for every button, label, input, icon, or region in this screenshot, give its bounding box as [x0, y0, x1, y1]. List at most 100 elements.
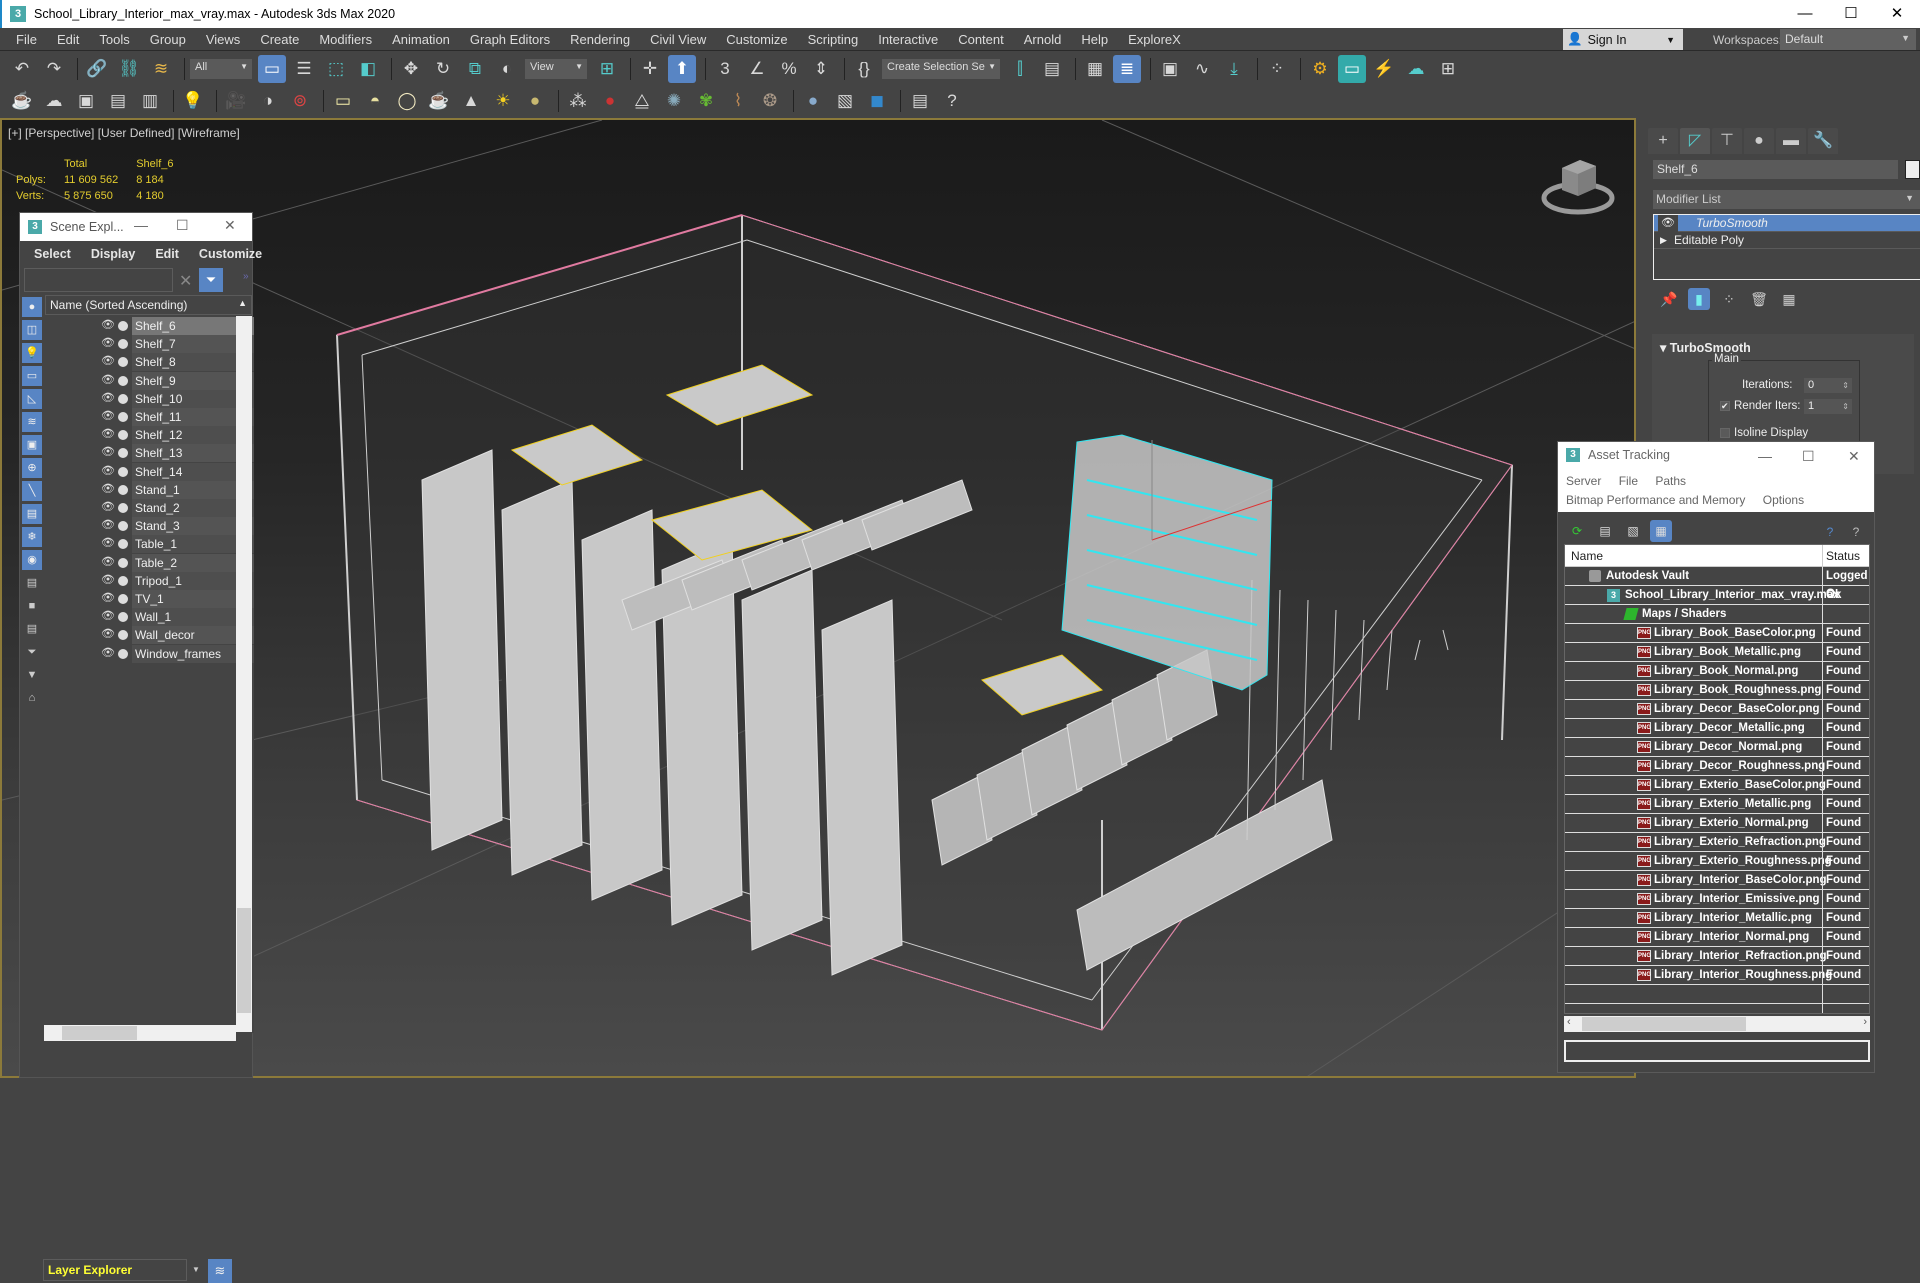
pivot-icon[interactable]: ⊞	[593, 55, 621, 83]
render-toggle-icon[interactable]	[118, 648, 128, 659]
render-toggle-icon[interactable]	[118, 612, 128, 623]
viewport-label[interactable]: [+] [Perspective] [User Defined] [Wirefr…	[8, 126, 240, 140]
scene-object-row[interactable]: 👁 Shelf_7	[45, 335, 254, 354]
plane-light-icon[interactable]: ▭	[329, 87, 357, 115]
menu-civil-view[interactable]: Civil View	[640, 32, 716, 47]
percent-snap-icon[interactable]: %	[775, 55, 803, 83]
scene-list-vertical-scrollbar[interactable]	[236, 316, 252, 1032]
eye-icon[interactable]: 👁	[101, 373, 115, 386]
stack-item-editable-poly[interactable]: ▶ Editable Poly	[1654, 232, 1920, 249]
bind-space-warp-icon[interactable]: ≋	[147, 55, 175, 83]
menu-interactive[interactable]: Interactive	[868, 32, 948, 47]
chevron-down-icon[interactable]: ▼	[192, 1265, 200, 1274]
scene-object-row[interactable]: 👁 Shelf_12	[45, 426, 254, 445]
selection-filter-dropdown[interactable]: All ▼	[190, 59, 252, 79]
render-toggle-icon[interactable]	[118, 594, 128, 604]
menu-paths[interactable]: Paths	[1655, 474, 1686, 488]
modify-tab-icon[interactable]: ◸	[1680, 128, 1710, 154]
display-containers-icon[interactable]: ▤	[22, 504, 42, 524]
grass-icon[interactable]: ✾	[692, 87, 720, 115]
hair-icon[interactable]: ⌇	[724, 87, 752, 115]
sun-light-icon[interactable]: ☀	[489, 87, 517, 115]
eye-icon[interactable]: 👁	[101, 391, 115, 404]
window-crossing-icon[interactable]: ◧	[354, 55, 382, 83]
display-lights-icon[interactable]: 💡	[22, 343, 42, 363]
eye-icon[interactable]: 👁	[101, 336, 115, 349]
menu-select[interactable]: Select	[34, 247, 71, 261]
render-toggle-icon[interactable]	[118, 357, 128, 368]
scene-object-row[interactable]: 👁 Shelf_10	[45, 389, 254, 408]
camera-icon[interactable]: 🎥	[222, 87, 250, 115]
asset-row-map[interactable]: PNG Library_Exterio_Roughness.png Found	[1565, 852, 1869, 871]
vr-camera-icon[interactable]: ⊚	[286, 87, 314, 115]
move-icon[interactable]: ✥	[397, 55, 425, 83]
asset-row-map[interactable]: PNG Library_Interior_Normal.png Found	[1565, 928, 1869, 947]
asset-status-field[interactable]	[1564, 1040, 1870, 1062]
eye-icon[interactable]: 👁	[101, 627, 115, 640]
scene-list-horizontal-scrollbar[interactable]	[44, 1025, 236, 1041]
asset-row-map[interactable]: PNG Library_Interior_BaseColor.png Found	[1565, 871, 1869, 890]
scroll-right-icon[interactable]: ›	[1863, 1016, 1867, 1028]
render-toggle-icon[interactable]	[118, 484, 128, 495]
render-toggle-icon[interactable]	[118, 575, 128, 586]
thumbnail-view-icon[interactable]: ▧	[1622, 520, 1644, 542]
viewcube-icon[interactable]	[1538, 150, 1618, 220]
hierarchy-tab-icon[interactable]: ⊤	[1712, 128, 1742, 154]
display-frozen-icon[interactable]: ❄	[22, 527, 42, 547]
asset-row-map[interactable]: PNG Library_Decor_BaseColor.png Found	[1565, 700, 1869, 719]
render-toggle-icon[interactable]	[118, 430, 128, 441]
plane-icon[interactable]: ⧋	[628, 87, 656, 115]
scene-object-row[interactable]: 👁 Shelf_11	[45, 408, 254, 426]
render-toggle-icon[interactable]	[118, 393, 128, 404]
filter-icon[interactable]: ⏷	[199, 268, 223, 292]
menu-tools[interactable]: Tools	[89, 32, 139, 47]
asset-row-map[interactable]: PNG Library_Book_Roughness.png Found	[1565, 681, 1869, 700]
display-cameras-icon[interactable]: ▭	[22, 366, 42, 386]
volume-grid-icon[interactable]: ✺	[660, 87, 688, 115]
environment-icon[interactable]: ▣	[72, 87, 100, 115]
menu-views[interactable]: Views	[196, 32, 250, 47]
menu-display[interactable]: Display	[91, 247, 135, 261]
material-override-icon[interactable]: ▧	[831, 87, 859, 115]
asset-row-vault[interactable]: Autodesk Vault Logged O	[1565, 567, 1869, 600]
menu-server[interactable]: Server	[1566, 474, 1601, 488]
scene-search-input[interactable]	[24, 268, 173, 292]
render-iters-checkbox[interactable]: ✔	[1720, 401, 1730, 411]
physical-camera-icon[interactable]: ◑	[254, 87, 282, 115]
object-color-swatch[interactable]	[1905, 160, 1920, 179]
column-name-header[interactable]: Name	[1571, 549, 1603, 563]
scene-explorer-titlebar[interactable]: 3 Scene Expl... — ☐ ✕	[20, 213, 252, 241]
expand-arrow-icon[interactable]: ▶	[1660, 232, 1667, 249]
menu-scripting[interactable]: Scripting	[798, 32, 869, 47]
iterations-spinner[interactable]: 0 ⇕	[1804, 378, 1852, 393]
scene-object-row[interactable]: 👁 Window_frames	[45, 644, 254, 663]
scene-object-row[interactable]: 👁 Shelf_6	[45, 317, 254, 335]
mesh-light-icon[interactable]: ☕	[425, 87, 453, 115]
redo-icon[interactable]: ↷	[40, 55, 68, 83]
scroll-left-icon[interactable]: ‹	[1567, 1016, 1571, 1028]
filter-toggle-icon[interactable]: ▼	[22, 665, 42, 685]
menu-create[interactable]: Create	[250, 32, 309, 47]
asset-horizontal-scrollbar[interactable]: ‹ ›	[1564, 1016, 1870, 1032]
scrollbar-thumb[interactable]	[62, 1026, 137, 1040]
eye-icon[interactable]: 👁	[101, 609, 115, 622]
eye-icon[interactable]: 👁	[101, 536, 115, 549]
asset-row-map[interactable]: PNG Library_Exterio_Refraction.png Found	[1565, 833, 1869, 852]
asset-row-map[interactable]: PNG Library_Interior_Roughness.png Found	[1565, 966, 1869, 985]
scene-object-row[interactable]: 👁 Shelf_13	[45, 444, 254, 463]
render-production-icon[interactable]: ⚡	[1370, 55, 1398, 83]
material-editor-icon[interactable]: ⁘	[1263, 55, 1291, 83]
close-button[interactable]: ✕	[1848, 448, 1860, 465]
menu-modifiers[interactable]: Modifiers	[309, 32, 382, 47]
make-unique-icon[interactable]: ⁘	[1718, 288, 1740, 310]
expand-more-icon[interactable]: »	[243, 271, 249, 282]
eye-icon[interactable]: 👁	[101, 518, 115, 531]
display-all-icon[interactable]: ▤	[22, 573, 42, 593]
display-tab-icon[interactable]: ▬	[1776, 128, 1806, 154]
explorer-type-dropdown[interactable]: Layer Explorer	[43, 1259, 187, 1281]
minimize-button[interactable]: —	[1758, 448, 1772, 464]
menu-edit[interactable]: Edit	[47, 32, 89, 47]
angle-snap-icon[interactable]: ∠	[743, 55, 771, 83]
layers-icon[interactable]: ≋	[208, 1259, 232, 1283]
eye-icon[interactable]: 👁	[101, 555, 115, 568]
